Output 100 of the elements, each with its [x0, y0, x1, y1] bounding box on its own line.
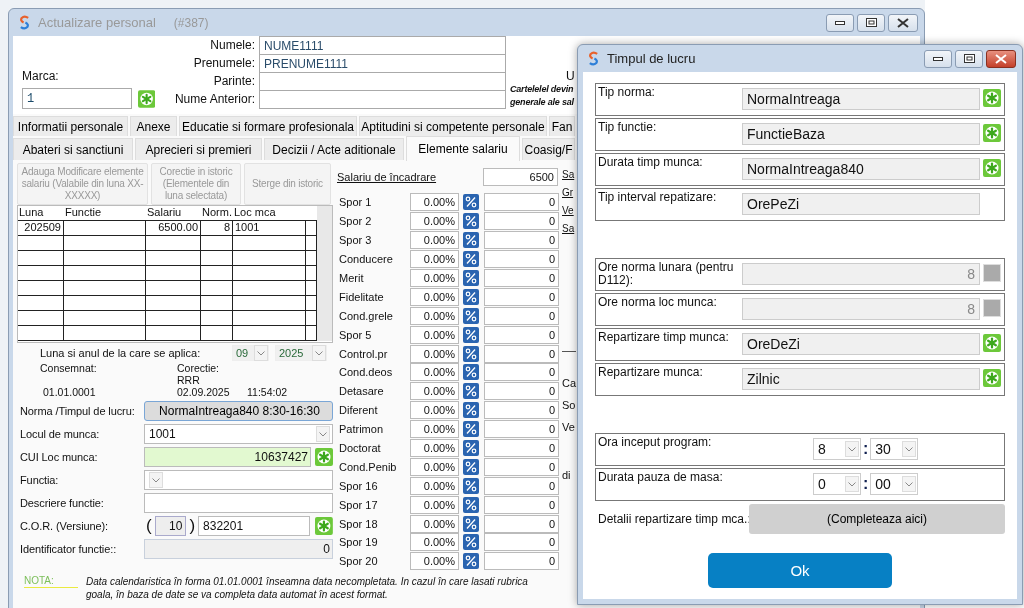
- link[interactable]: Sa: [562, 223, 575, 241]
- amount-field[interactable]: 0: [484, 250, 559, 269]
- percent-icon[interactable]: [463, 251, 479, 268]
- chevron-icon[interactable]: [902, 441, 917, 457]
- input-field[interactable]: OrePeZi: [742, 193, 980, 215]
- amount-field[interactable]: 0: [484, 514, 559, 533]
- percent-icon[interactable]: [463, 345, 479, 362]
- amount-field[interactable]: 0: [484, 193, 559, 212]
- amount-field[interactable]: 0: [484, 495, 559, 514]
- salary-link[interactable]: Salariu de încadrare: [337, 171, 483, 183]
- chevron-icon[interactable]: [312, 345, 326, 361]
- amount-field[interactable]: 0: [484, 476, 559, 495]
- percent-field[interactable]: 0.00%: [410, 231, 459, 250]
- tab[interactable]: Abateri si sanctiuni: [13, 138, 133, 160]
- percent-field[interactable]: 0.00%: [410, 325, 459, 344]
- percent-icon[interactable]: [463, 213, 479, 230]
- amount-field[interactable]: 0: [484, 363, 559, 382]
- percent-icon[interactable]: [463, 402, 479, 419]
- percent-field[interactable]: 0.00%: [410, 476, 459, 495]
- input-field[interactable]: NormaIntreaga: [742, 88, 980, 110]
- dropdown-field[interactable]: [144, 469, 333, 490]
- input-field[interactable]: OreDeZi: [742, 333, 980, 355]
- input-field[interactable]: 832201: [198, 515, 311, 536]
- percent-field[interactable]: 0.00%: [410, 439, 459, 457]
- chevron-icon[interactable]: [316, 425, 330, 442]
- add-icon[interactable]: [983, 124, 1001, 142]
- tab[interactable]: Aptitudini si competente personale: [359, 116, 547, 136]
- details-button[interactable]: (Completeaza aici): [749, 504, 1005, 534]
- link[interactable]: Sa: [562, 169, 575, 187]
- dropdown-field[interactable]: 00: [870, 473, 919, 495]
- amount-field[interactable]: 0: [484, 552, 559, 571]
- percent-field[interactable]: 0.00%: [410, 382, 459, 401]
- amount-field[interactable]: 0: [484, 231, 559, 250]
- percent-icon[interactable]: [463, 515, 479, 532]
- amount-field[interactable]: 0: [484, 306, 559, 325]
- dropdown-field[interactable]: 8: [813, 438, 861, 460]
- percent-icon[interactable]: [463, 534, 479, 551]
- percent-icon[interactable]: [463, 326, 479, 343]
- percent-field[interactable]: 0.00%: [410, 344, 459, 363]
- input-field[interactable]: [144, 492, 333, 513]
- input-field[interactable]: 1: [22, 88, 132, 109]
- percent-field[interactable]: 0.00%: [410, 514, 459, 533]
- amount-field[interactable]: 0: [484, 401, 559, 420]
- tab[interactable]: Educatie si formare profesionala: [179, 116, 357, 136]
- chevron-icon[interactable]: [254, 345, 268, 361]
- percent-icon[interactable]: [463, 440, 479, 456]
- percent-field[interactable]: 0.00%: [410, 420, 459, 439]
- dropdown-field[interactable]: 1001: [144, 423, 333, 444]
- close-button[interactable]: [888, 13, 918, 32]
- amount-field[interactable]: 0: [484, 420, 559, 439]
- amount-field[interactable]: 0: [484, 212, 559, 231]
- percent-icon[interactable]: [463, 364, 479, 381]
- amount-field[interactable]: 0: [484, 439, 559, 457]
- percent-field[interactable]: 0.00%: [410, 212, 459, 231]
- input-field[interactable]: FunctieBaza: [742, 123, 980, 145]
- tab[interactable]: Elemente salariu: [406, 136, 520, 161]
- tab[interactable]: Informatii personale: [13, 116, 128, 136]
- work-time-button[interactable]: NormaIntreaga840 8:30-16:30: [144, 400, 333, 421]
- percent-field[interactable]: 0.00%: [410, 287, 459, 306]
- minimize-button[interactable]: [924, 49, 952, 68]
- percent-icon[interactable]: [463, 383, 479, 400]
- maximize-button[interactable]: [955, 49, 983, 68]
- input-field[interactable]: Zilnic: [742, 368, 980, 390]
- amount-field[interactable]: 0: [484, 325, 559, 344]
- percent-icon[interactable]: [463, 307, 479, 324]
- tab[interactable]: Decizii / Acte aditionale: [264, 138, 404, 160]
- add-icon[interactable]: [983, 89, 1001, 107]
- scrollbar[interactable]: [317, 206, 332, 341]
- chevron-icon[interactable]: [845, 441, 859, 457]
- add-icon[interactable]: [983, 334, 1001, 352]
- percent-field[interactable]: 0.00%: [410, 533, 459, 552]
- amount-field[interactable]: 0: [484, 344, 559, 363]
- amount-field[interactable]: 0: [484, 533, 559, 552]
- chevron-icon[interactable]: [902, 476, 917, 492]
- input-field[interactable]: 10637427: [144, 446, 311, 467]
- month-dropdown[interactable]: 09: [232, 345, 269, 361]
- percent-icon[interactable]: [463, 421, 479, 438]
- tab[interactable]: Aprecieri si premieri: [135, 138, 262, 160]
- add-icon[interactable]: [983, 369, 1001, 387]
- percent-icon[interactable]: [463, 496, 479, 513]
- add-icon[interactable]: [315, 447, 333, 466]
- amount-field[interactable]: 0: [484, 269, 559, 287]
- input-field[interactable]: [259, 90, 506, 109]
- percent-icon[interactable]: [463, 194, 479, 211]
- percent-field[interactable]: 0.00%: [410, 193, 459, 212]
- ok-button[interactable]: Ok: [708, 553, 892, 588]
- percent-field[interactable]: 0.00%: [410, 552, 459, 571]
- percent-icon[interactable]: [463, 477, 479, 494]
- close-button[interactable]: [986, 49, 1016, 68]
- amount-field[interactable]: 0: [484, 457, 559, 476]
- add-icon[interactable]: [983, 159, 1001, 177]
- percent-field[interactable]: 0.00%: [410, 363, 459, 382]
- link[interactable]: Gr: [562, 187, 574, 205]
- percent-icon[interactable]: [463, 553, 479, 570]
- percent-field[interactable]: 0.00%: [410, 401, 459, 420]
- add-icon[interactable]: [315, 516, 333, 535]
- percent-field[interactable]: 0.00%: [410, 457, 459, 476]
- dropdown-field[interactable]: 30: [870, 438, 919, 460]
- tab[interactable]: Coasig/F: [522, 138, 575, 160]
- percent-icon[interactable]: [463, 232, 479, 249]
